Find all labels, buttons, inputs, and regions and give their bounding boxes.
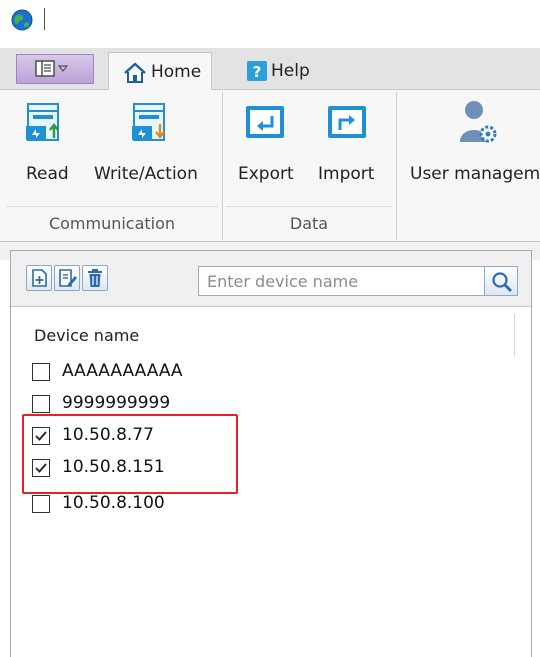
device-checkbox[interactable] bbox=[32, 395, 50, 413]
user-management-button[interactable]: User managem bbox=[408, 94, 540, 214]
svg-text:?: ? bbox=[253, 63, 262, 81]
import-label: Import bbox=[318, 164, 375, 184]
device-search-input[interactable] bbox=[198, 266, 486, 296]
device-name-column-header[interactable]: Device name bbox=[34, 326, 139, 345]
edit-document-icon bbox=[59, 269, 77, 287]
search-icon bbox=[492, 272, 512, 292]
write-action-label: Write/Action bbox=[94, 164, 198, 184]
ribbon-group-separator bbox=[222, 92, 223, 240]
tab-home[interactable]: Home bbox=[108, 52, 212, 90]
user-settings-icon bbox=[460, 101, 497, 143]
device-toolbar bbox=[11, 251, 531, 307]
communication-group-label: Communication bbox=[48, 214, 176, 233]
communication-group-divider bbox=[6, 206, 218, 207]
import-icon bbox=[328, 106, 366, 138]
tab-help-label: Help bbox=[271, 61, 310, 81]
read-button[interactable]: Read bbox=[14, 94, 82, 214]
device-checkbox[interactable] bbox=[32, 495, 50, 513]
device-name: 9999999999 bbox=[62, 393, 171, 413]
device-name: 10.50.8.100 bbox=[62, 493, 165, 513]
export-label: Export bbox=[238, 164, 294, 184]
ribbon-group-separator bbox=[396, 92, 397, 240]
edit-device-button[interactable] bbox=[54, 265, 80, 291]
title-separator bbox=[44, 8, 45, 30]
home-icon bbox=[124, 62, 146, 83]
column-divider bbox=[514, 314, 515, 356]
write-action-button[interactable]: Write/Action bbox=[94, 94, 214, 214]
panel-layout-icon bbox=[35, 60, 69, 77]
device-checkbox[interactable] bbox=[32, 363, 50, 381]
add-document-icon bbox=[32, 269, 47, 287]
delete-device-button[interactable] bbox=[82, 265, 108, 291]
data-group-label: Data bbox=[289, 214, 329, 233]
search-button[interactable] bbox=[484, 266, 518, 296]
tab-home-label: Home bbox=[151, 62, 202, 82]
quick-access-menu-button[interactable] bbox=[16, 54, 94, 84]
write-device-icon bbox=[132, 103, 165, 141]
export-button[interactable]: Export bbox=[234, 94, 302, 214]
add-device-button[interactable] bbox=[26, 265, 52, 291]
import-button[interactable]: Import bbox=[312, 94, 382, 214]
selection-highlight-box bbox=[22, 414, 238, 494]
ribbon-tab-strip: Home ? Help bbox=[0, 48, 540, 90]
ribbon-panel: Read Write/Action Communication Export I… bbox=[0, 90, 540, 242]
help-icon: ? bbox=[247, 61, 267, 81]
export-icon bbox=[246, 106, 284, 138]
tab-help[interactable]: ? Help bbox=[244, 56, 324, 86]
globe-app-icon[interactable] bbox=[11, 9, 33, 31]
read-label: Read bbox=[26, 164, 69, 184]
read-device-icon bbox=[26, 103, 59, 141]
data-group-divider bbox=[226, 206, 392, 207]
device-name: AAAAAAAAAA bbox=[62, 361, 183, 381]
user-management-label: User managem bbox=[410, 164, 540, 184]
title-bar bbox=[0, 0, 540, 48]
trash-icon bbox=[88, 269, 102, 287]
